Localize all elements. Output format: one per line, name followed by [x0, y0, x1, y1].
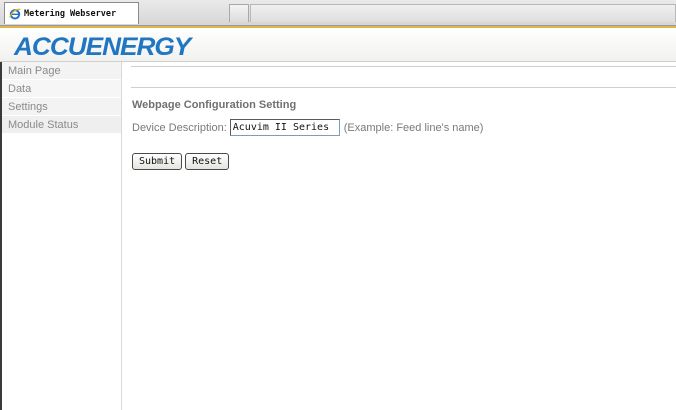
- ie-icon: [9, 8, 21, 19]
- device-description-hint: (Example: Feed line's name): [343, 121, 484, 134]
- divider-bottom: [131, 87, 676, 88]
- tab-title: Metering Webserver: [24, 8, 117, 19]
- page-header: ACCUENERGY: [0, 26, 676, 62]
- sidebar-item-settings[interactable]: Settings: [0, 98, 121, 116]
- sidebar-item-module-status[interactable]: Module Status: [0, 116, 121, 134]
- sidebar-nav: Main Page Data Settings Module Status: [0, 62, 122, 410]
- section-title: Webpage Configuration Setting: [132, 99, 297, 111]
- sidebar-item-main-page[interactable]: Main Page: [0, 62, 121, 80]
- tab-metering-webserver[interactable]: Metering Webserver: [4, 2, 139, 24]
- reset-button[interactable]: Reset: [185, 153, 230, 170]
- main-content: Webpage Configuration Setting Device Des…: [123, 62, 676, 410]
- device-description-row: Device Description: (Example: Feed line'…: [132, 119, 483, 136]
- accuenergy-logo: ACCUENERGY: [14, 33, 191, 61]
- submit-button[interactable]: Submit: [132, 153, 183, 170]
- form-buttons: Submit Reset: [132, 153, 232, 170]
- browser-tab-strip: Metering Webserver: [0, 0, 676, 26]
- sidebar-item-data[interactable]: Data: [0, 80, 121, 98]
- window-left-edge: [0, 62, 2, 410]
- device-description-label: Device Description:: [132, 121, 227, 134]
- tab-strip-empty: [250, 4, 676, 22]
- browser-window: Metering Webserver ACCUENERGY Main Page …: [0, 0, 676, 410]
- device-description-input[interactable]: [229, 119, 340, 136]
- divider-top: [131, 66, 676, 67]
- new-tab-button[interactable]: [229, 4, 249, 22]
